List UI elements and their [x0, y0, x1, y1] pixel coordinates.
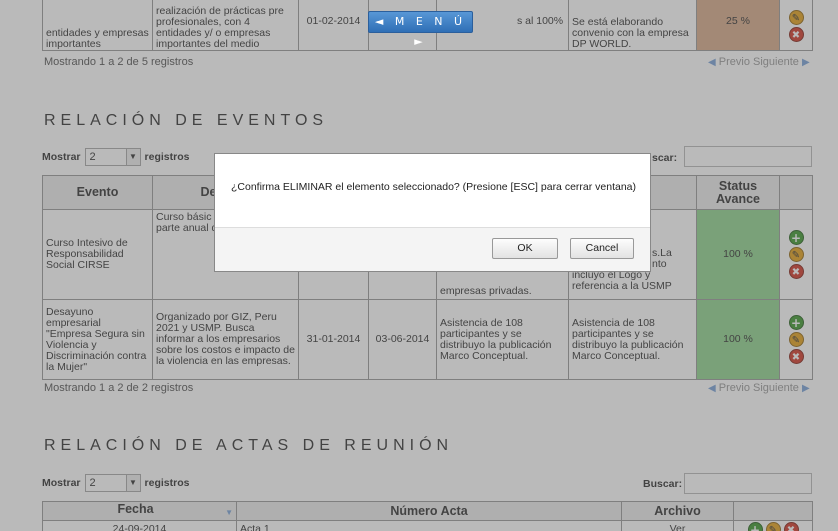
ok-button[interactable]: OK — [492, 238, 558, 259]
confirm-dialog: ¿Confirma ELIMINAR el elemento seleccion… — [214, 153, 651, 272]
dialog-message: ¿Confirma ELIMINAR el elemento seleccion… — [231, 181, 637, 193]
page: entidades y empresas importantes realiza… — [0, 0, 838, 531]
menu-button[interactable]: ◄ M E N Ú ► — [368, 11, 473, 48]
divider — [215, 227, 650, 228]
cancel-button[interactable]: Cancel — [570, 238, 634, 259]
